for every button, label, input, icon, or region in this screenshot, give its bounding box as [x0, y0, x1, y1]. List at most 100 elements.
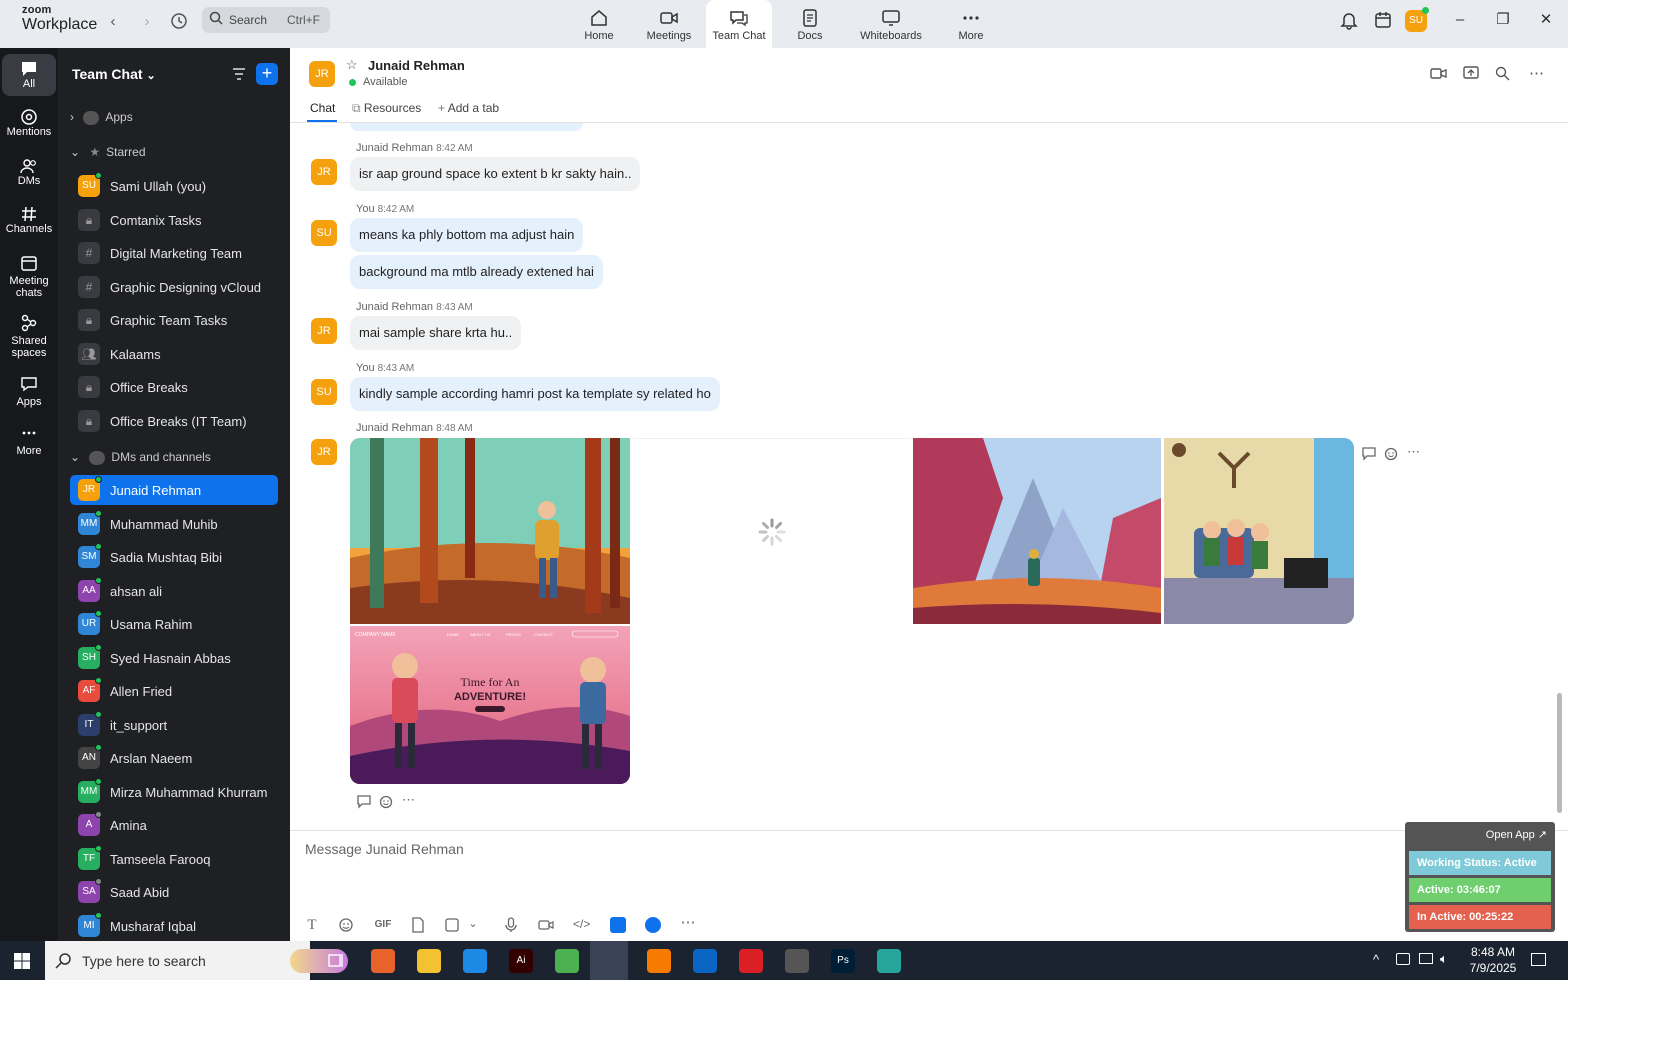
- restore-icon[interactable]: ❐: [1495, 12, 1511, 28]
- file-explorer-icon[interactable]: [417, 949, 441, 973]
- message-bubble[interactable]: mai sample share krta hu..: [350, 316, 522, 350]
- reply-icon[interactable]: [1362, 447, 1376, 461]
- dm-item[interactable]: JR Junaid Rehman: [70, 475, 278, 505]
- tab-resources[interactable]: ⧉ Resources: [352, 101, 421, 116]
- rail-channels[interactable]: Channels: [2, 205, 56, 235]
- more-actions-icon[interactable]: ⋯: [402, 792, 415, 808]
- calendar-icon[interactable]: [1373, 10, 1393, 30]
- dm-item[interactable]: IT it_support: [70, 710, 278, 740]
- emoji-reaction-icon[interactable]: [1384, 447, 1398, 461]
- rail-more[interactable]: More: [2, 424, 56, 457]
- image-canyon-hiker[interactable]: [913, 438, 1161, 624]
- rail-meeting-chats[interactable]: Meeting chats: [2, 254, 56, 299]
- pen-tool-icon[interactable]: [785, 949, 809, 973]
- image-cartoon-room[interactable]: [1164, 438, 1354, 624]
- message-bubble[interactable]: isr aap ground space ko extent b kr sakt…: [350, 157, 641, 191]
- dm-item[interactable]: SH Syed Hasnain Abbas: [70, 643, 278, 673]
- search-icon[interactable]: [1495, 66, 1510, 81]
- history-icon[interactable]: [170, 12, 188, 30]
- rail-mentions[interactable]: Mentions: [2, 108, 56, 138]
- starred-item[interactable]: # Digital Marketing Team: [70, 238, 278, 268]
- tab-more[interactable]: More: [952, 0, 990, 48]
- video-call-icon[interactable]: [1430, 67, 1447, 80]
- emoji-icon[interactable]: [338, 917, 354, 933]
- outlook-icon[interactable]: [693, 949, 717, 973]
- apps-section[interactable]: › Apps: [70, 110, 133, 125]
- starred-item[interactable]: # Graphic Designing vCloud: [70, 272, 278, 302]
- illustrator-icon[interactable]: Ai: [509, 949, 533, 973]
- image-adventure-template[interactable]: COMPANY NAME HOME ABOUT US PRICES CONTAC…: [350, 626, 630, 784]
- gif-button[interactable]: GIF: [372, 917, 394, 933]
- photoshop-icon[interactable]: Ps: [831, 949, 855, 973]
- sender-avatar[interactable]: JR: [311, 439, 337, 465]
- dm-item[interactable]: SM Sadia Mushtaq Bibi: [70, 542, 278, 572]
- more-actions-icon[interactable]: ⋯: [1407, 444, 1420, 460]
- emoji-reaction-icon[interactable]: [379, 795, 393, 809]
- more-options-icon[interactable]: ⋯: [1529, 64, 1544, 82]
- image-loading[interactable]: [633, 438, 911, 624]
- dm-item[interactable]: MM Muhammad Muhib: [70, 509, 278, 539]
- minimize-icon[interactable]: –: [1452, 12, 1468, 28]
- tab-team-chat[interactable]: Team Chat: [706, 0, 772, 48]
- starred-item[interactable]: 🔒︎ Graphic Team Tasks: [70, 305, 278, 335]
- notifications-icon[interactable]: [1531, 953, 1546, 966]
- image-forest-hiker[interactable]: [350, 438, 630, 624]
- share-screen-icon[interactable]: [1463, 66, 1479, 81]
- dms-section[interactable]: ⌄ DMs and channels: [70, 450, 211, 465]
- message-composer[interactable]: Message Junaid Rehman: [290, 830, 1568, 941]
- windows-start-icon[interactable]: [14, 953, 30, 969]
- rail-apps[interactable]: Apps: [2, 375, 56, 408]
- message-bubble[interactable]: means ka phly bottom ma adjust hain: [350, 218, 584, 252]
- dm-item[interactable]: MI Musharaf Iqbal: [70, 911, 278, 941]
- sender-avatar[interactable]: SU: [311, 379, 337, 405]
- xampp-icon[interactable]: [647, 949, 671, 973]
- network-icon[interactable]: [1419, 953, 1433, 964]
- more-tools-icon[interactable]: ⋯: [680, 915, 696, 933]
- dm-item[interactable]: AA ahsan ali: [70, 576, 278, 606]
- sender-avatar[interactable]: JR: [311, 159, 337, 185]
- chevron-down-icon[interactable]: ⌄: [468, 917, 478, 933]
- add-tab-button[interactable]: + Add a tab: [438, 101, 499, 115]
- app-icon-chat[interactable]: [645, 917, 661, 933]
- code-snippet-icon[interactable]: </>: [573, 917, 590, 933]
- starred-item[interactable]: 🔒︎ Office Breaks: [70, 372, 278, 402]
- tab-docs[interactable]: Docs: [790, 0, 830, 48]
- rail-all[interactable]: All: [2, 54, 56, 96]
- dm-item[interactable]: SA Saad Abid: [70, 877, 278, 907]
- dm-item[interactable]: AN Arslan Naeem: [70, 743, 278, 773]
- dm-item[interactable]: AF Allen Fried: [70, 676, 278, 706]
- tab-chat[interactable]: Chat: [310, 101, 335, 115]
- video-message-icon[interactable]: [538, 917, 554, 933]
- file-icon[interactable]: [410, 917, 426, 933]
- sender-avatar[interactable]: SU: [311, 220, 337, 246]
- close-icon[interactable]: ✕: [1538, 12, 1554, 28]
- dm-item[interactable]: UR Usama Rahim: [70, 609, 278, 639]
- contact-name[interactable]: Junaid Rehman: [368, 58, 465, 73]
- text-format-icon[interactable]: T: [304, 917, 320, 933]
- chevron-up-icon[interactable]: ^: [1373, 952, 1379, 967]
- star-icon[interactable]: ☆: [346, 57, 358, 73]
- chrome-icon[interactable]: [555, 949, 579, 973]
- rail-dms[interactable]: DMs: [2, 157, 56, 187]
- message-bubble[interactable]: kindly sample according hamri post ka te…: [350, 377, 720, 411]
- back-icon[interactable]: ‹: [101, 11, 125, 33]
- starred-section[interactable]: ⌄ ★ Starred: [70, 145, 146, 159]
- new-chat-button[interactable]: +: [256, 63, 278, 85]
- dm-item[interactable]: A Amina: [70, 810, 278, 840]
- dm-item[interactable]: MM Mirza Muhammad Khurram: [70, 777, 278, 807]
- starred-item[interactable]: 👥︎ Kalaams: [70, 339, 278, 369]
- taskbar-search[interactable]: Type here to search: [45, 941, 348, 980]
- app-diamond-icon[interactable]: [877, 949, 901, 973]
- search-input[interactable]: Search Ctrl+F: [202, 7, 330, 33]
- tab-whiteboards[interactable]: Whiteboards: [853, 0, 929, 48]
- sender-avatar[interactable]: JR: [311, 318, 337, 344]
- message-input[interactable]: Message Junaid Rehman: [305, 841, 464, 857]
- chat-scrollbar[interactable]: [1557, 693, 1562, 813]
- task-view-icon[interactable]: [328, 952, 345, 969]
- starred-item[interactable]: SU Sami Ullah (you): [70, 171, 278, 201]
- dm-item[interactable]: TF Tamseela Farooq: [70, 844, 278, 874]
- creative-cloud-icon[interactable]: [739, 949, 763, 973]
- microphone-icon[interactable]: [503, 917, 519, 933]
- filter-icon[interactable]: [231, 66, 247, 82]
- firefox-icon[interactable]: [371, 949, 395, 973]
